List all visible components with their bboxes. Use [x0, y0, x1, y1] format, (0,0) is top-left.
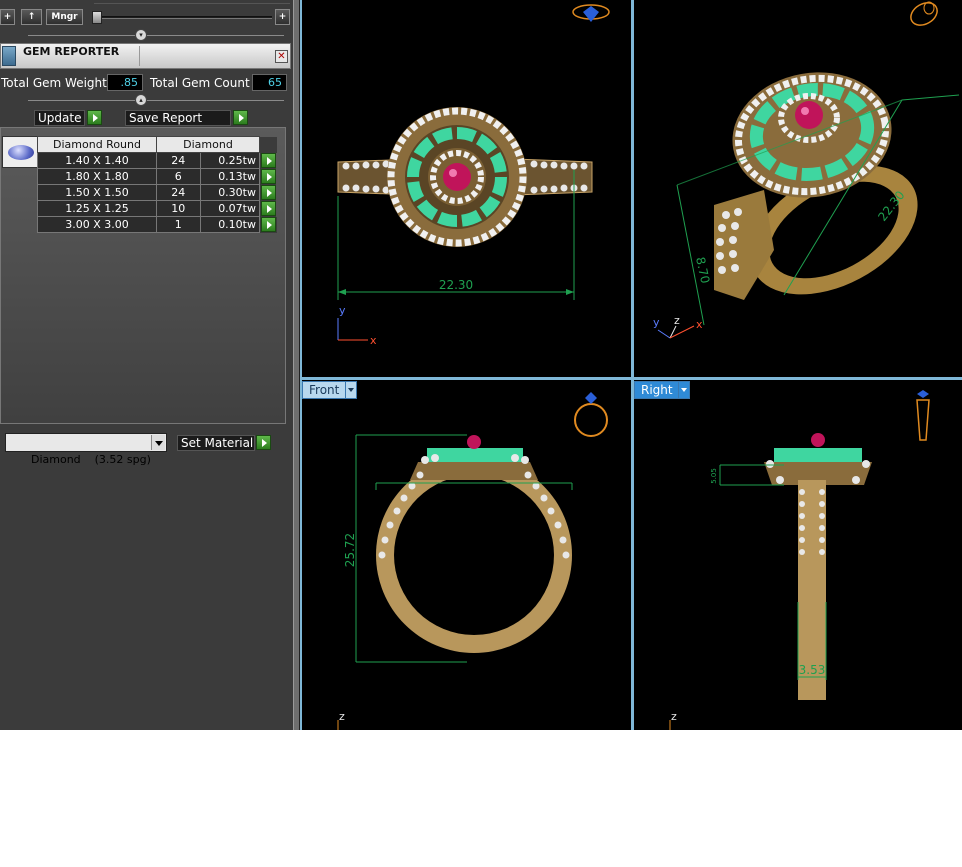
material-select-value: Diamond (3.52 spg) [30, 453, 151, 466]
gem-count: 10 [156, 200, 201, 217]
viewport-front[interactable]: Front 25.72 z [302, 380, 631, 730]
gem-weight: 0.07tw [199, 200, 261, 217]
save-report-button[interactable]: Save Report [125, 110, 231, 126]
row-go-cell [259, 184, 277, 201]
set-material-go-icon[interactable] [256, 435, 271, 450]
front-view-ring: 25.72 z [337, 392, 608, 730]
table-row[interactable]: 1.80 X 1.80 6 0.13tw [37, 168, 277, 185]
section-divider [28, 35, 284, 36]
total-gem-weight-value: .85 [107, 74, 143, 91]
table-row[interactable]: 3.00 X 3.00 1 0.10tw [37, 216, 277, 233]
right-dimension-small: 5.05 [710, 468, 718, 484]
move-up-button[interactable]: ↑ [21, 9, 42, 25]
table-row[interactable]: 1.25 X 1.25 10 0.07tw [37, 200, 277, 217]
gem-reporter-header: GEM REPORTER ✕ [0, 43, 291, 69]
gem-count: 24 [156, 184, 201, 201]
header-spacer [259, 136, 277, 153]
close-icon[interactable]: ✕ [275, 50, 288, 63]
right-dimension-label: 3.53 [799, 663, 826, 677]
gem-thumbnail-icon[interactable] [2, 136, 38, 168]
row-go-cell [259, 168, 277, 185]
table-row[interactable]: 1.50 X 1.50 24 0.30tw [37, 184, 277, 201]
axis-x-label: x [696, 318, 703, 331]
total-gem-count-label: Total Gem Count [150, 76, 250, 90]
toolbar-divider [94, 3, 290, 4]
row-select-icon[interactable] [261, 169, 276, 184]
perspective-view-ring: 22.30 8.70 y z x [653, 0, 960, 339]
axis-z-label: z [339, 710, 345, 723]
update-go-icon[interactable] [87, 110, 102, 125]
stats-divider [28, 100, 284, 101]
plus-button[interactable]: + [275, 9, 290, 25]
gem-weight: 0.25tw [199, 152, 261, 169]
column-header-material: Diamond [156, 136, 260, 153]
save-report-go-icon[interactable] [233, 110, 248, 125]
gem-count: 1 [156, 216, 201, 233]
axis-x-label: x [370, 334, 377, 347]
top-dimension-label: 22.30 [439, 278, 473, 292]
gem-weight: 0.10tw [199, 216, 261, 233]
viewport-right[interactable]: Right 5.05 3.53 z [634, 380, 962, 730]
add-button[interactable]: + [0, 9, 15, 25]
total-gem-weight-label: Total Gem Weight [1, 76, 107, 90]
viewport-top[interactable]: 22.30 y x [302, 0, 631, 377]
axis-z-label: z [674, 314, 680, 327]
app-window: + ↑ Mngr + ▾ GEM REPORTER ✕ Total Gem We… [0, 0, 962, 730]
oval-gem-icon [8, 145, 34, 160]
panel-splitter[interactable] [293, 0, 300, 730]
collapse-knob[interactable]: ▾ [135, 29, 147, 41]
view-cube-icon[interactable] [907, 0, 941, 30]
gem-weight: 0.30tw [199, 184, 261, 201]
row-select-icon[interactable] [261, 201, 276, 216]
top-view-ring: 22.30 y x [337, 4, 610, 347]
material-select[interactable]: Diamond (3.52 spg) [5, 433, 167, 466]
toolbar-slider-track[interactable] [92, 16, 272, 19]
toolbar-slider-thumb[interactable] [92, 11, 102, 24]
gem-reporter-title: GEM REPORTER [23, 45, 120, 58]
gem-weight: 0.13tw [199, 168, 261, 185]
gem-reporter-logo-icon [2, 46, 16, 66]
set-material-button[interactable]: Set Material [177, 435, 255, 451]
gem-table: Diamond Round Diamond 1.40 X 1.40 24 0.2… [37, 136, 277, 233]
gem-size: 1.50 X 1.50 [37, 184, 157, 201]
view-cube-icon[interactable] [572, 4, 610, 22]
row-go-cell [259, 152, 277, 169]
row-go-cell [259, 216, 277, 233]
perspective-dimension-b: 8.70 [693, 256, 712, 285]
total-gem-count-value: 65 [252, 74, 287, 91]
view-cube-icon[interactable] [916, 390, 930, 441]
header-separator [139, 46, 140, 66]
row-select-icon[interactable] [261, 217, 276, 232]
gem-size: 1.40 X 1.40 [37, 152, 157, 169]
right-view-ring: 5.05 3.53 z [669, 390, 930, 730]
row-go-cell [259, 200, 277, 217]
collapse-knob-2[interactable]: ▴ [135, 94, 147, 106]
viewport-perspective[interactable]: 22.30 8.70 y z x [634, 0, 962, 377]
axis-z-label: z [671, 710, 677, 723]
table-row[interactable]: 1.40 X 1.40 24 0.25tw [37, 152, 277, 169]
gem-size: 3.00 X 3.00 [37, 216, 157, 233]
gem-size: 1.25 X 1.25 [37, 200, 157, 217]
view-cube-icon[interactable] [574, 392, 608, 437]
front-dimension-label: 25.72 [343, 533, 357, 567]
update-button[interactable]: Update [34, 110, 85, 126]
column-header-shape: Diamond Round [37, 136, 157, 153]
axis-y-label: y [339, 304, 346, 317]
axis-y-label: y [653, 316, 660, 329]
row-select-icon[interactable] [261, 153, 276, 168]
row-select-icon[interactable] [261, 185, 276, 200]
gem-size: 1.80 X 1.80 [37, 168, 157, 185]
gem-count: 6 [156, 168, 201, 185]
gem-count: 24 [156, 152, 201, 169]
chevron-down-icon[interactable] [151, 435, 165, 450]
left-panel: + ↑ Mngr + ▾ GEM REPORTER ✕ Total Gem We… [0, 0, 293, 730]
manager-button[interactable]: Mngr [46, 9, 83, 25]
